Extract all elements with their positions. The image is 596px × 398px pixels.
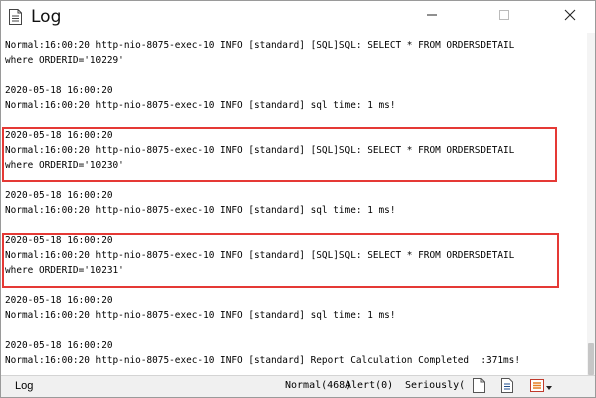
- serious-count: Seriously(: [405, 380, 466, 391]
- normal-count: Normal(468): [285, 380, 352, 391]
- maximize-button[interactable]: [481, 1, 527, 33]
- document-icon: [9, 9, 22, 25]
- log-window: Log 2020-05-18 16:00:20 Normal:16:00:20 h…: [0, 0, 596, 398]
- log-line: Normal:16:00:20 http-nio-8075-exec-10 IN…: [5, 205, 396, 216]
- maximize-icon: [498, 8, 510, 26]
- close-button[interactable]: [545, 1, 595, 33]
- minimize-button[interactable]: [409, 1, 455, 33]
- status-label: Log: [15, 380, 34, 392]
- status-bar: Log Normal(468) Alert(0) Seriously(: [1, 375, 595, 397]
- list-dropdown-button[interactable]: [527, 378, 555, 396]
- log-line: Normal:16:00:20 http-nio-8075-exec-10 IN…: [5, 100, 396, 111]
- chevron-down-icon: [546, 381, 552, 393]
- list-icon: [530, 379, 544, 395]
- log-line: 2020-05-18 16:00:20: [5, 190, 113, 201]
- highlight-box: [2, 233, 559, 288]
- minimize-icon: [426, 8, 438, 26]
- log-line: 2020-05-18 16:00:20: [5, 340, 113, 351]
- text-page-icon: [501, 378, 513, 396]
- text-page-button[interactable]: [497, 378, 517, 396]
- scrollbar-thumb[interactable]: [588, 343, 594, 375]
- window-title: Log: [31, 7, 62, 27]
- alert-count: Alert(0): [345, 380, 394, 391]
- log-line: 2020-05-18 16:00:20: [5, 85, 113, 96]
- log-line: Normal:16:00:20 http-nio-8075-exec-10 IN…: [5, 355, 521, 366]
- log-line: Normal:16:00:20 http-nio-8075-exec-10 IN…: [5, 310, 396, 321]
- blank-page-icon: [473, 378, 485, 396]
- blank-page-button[interactable]: [469, 378, 489, 396]
- title-bar[interactable]: Log: [1, 1, 595, 33]
- log-line: 2020-05-18 16:00:20: [5, 295, 113, 306]
- close-icon: [564, 8, 576, 26]
- log-lines: 2020-05-18 16:00:20 Normal:16:00:20 http-…: [5, 33, 520, 368]
- vertical-scrollbar[interactable]: [587, 33, 595, 375]
- highlight-box: [2, 127, 557, 182]
- log-line: Normal:16:00:20 http-nio-8075-exec-10 IN…: [5, 40, 515, 51]
- log-line: where ORDERID='10229': [5, 55, 124, 66]
- log-content[interactable]: 2020-05-18 16:00:20 Normal:16:00:20 http-…: [1, 33, 587, 375]
